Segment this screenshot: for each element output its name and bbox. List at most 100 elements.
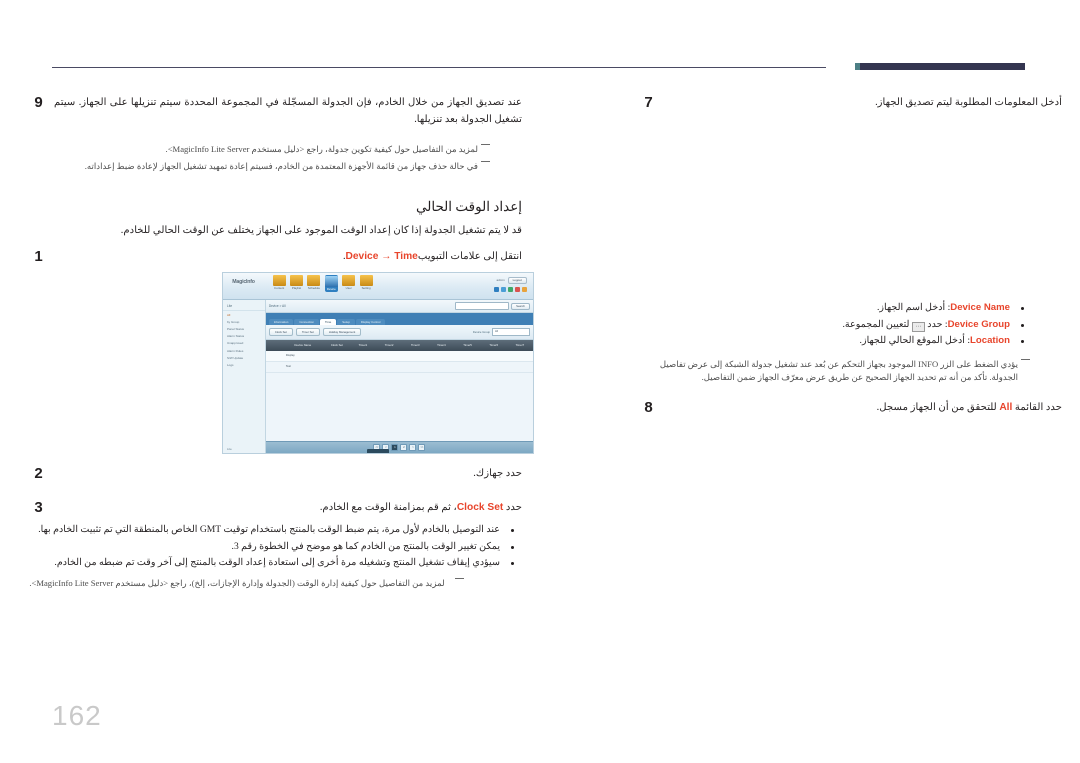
- table-header: Device Name Clock Set Timer1 Timer2 Time…: [265, 339, 533, 351]
- col-timer5: Timer5: [463, 343, 472, 348]
- bullet-device-group: Device Group: حدد ··· لتعيين المجموعة.: [642, 317, 1032, 334]
- app-nav[interactable]: Content Playlist Schedule Device User Se…: [272, 275, 373, 292]
- status-tray[interactable]: [493, 286, 527, 292]
- step-3-suffix: ، ثم قم بمزامنة الوقت مع الخادم.: [319, 502, 457, 513]
- app-logo: MagicInfo: [232, 279, 255, 286]
- account-area[interactable]: admin Logout: [496, 276, 527, 284]
- note-dash-icon: [1021, 358, 1030, 360]
- nav-item-setting[interactable]: Setting: [359, 275, 373, 290]
- app-topbar: MagicInfo Content Playlist Schedule Devi…: [223, 273, 533, 301]
- step-2-number: 2: [34, 465, 43, 482]
- breadcrumb-bar: Device > All Search: [265, 300, 533, 314]
- step-8: 8 حدد القائمة All للتحقق من أن الجهاز مس…: [642, 400, 1062, 417]
- table-row[interactable]: Display: [265, 350, 533, 362]
- note-wrap-2: في حالة حذف جهاز من قائمة الأجهزة المعتم…: [72, 160, 492, 174]
- note-dash-icon: [455, 577, 464, 579]
- sidebar-item-by-group[interactable]: by Group: [223, 318, 265, 325]
- device-group-filter[interactable]: Device Group All: [473, 327, 530, 336]
- user-icon: [342, 275, 356, 287]
- page-next-button[interactable]: >: [409, 444, 417, 452]
- sidebar-footer: Lite: [227, 446, 232, 451]
- sidebar-item-logs[interactable]: Logs: [223, 361, 265, 368]
- note-time-management-text: لمزيد من التفاصيل حول كيفية إدارة الوقت …: [29, 577, 445, 588]
- step-9-notes: لمزيد من التفاصيل حول كيفية تكوين جدولة،…: [72, 143, 492, 174]
- search-button[interactable]: Search: [511, 302, 530, 310]
- table-row[interactable]: Test: [265, 361, 533, 373]
- sidebar-item-all[interactable]: All: [223, 311, 265, 318]
- holiday-management-button[interactable]: Holiday Management: [322, 328, 362, 336]
- nav-label: Schedule: [307, 286, 320, 291]
- sidebar-item-unapproved[interactable]: Unapproved: [223, 340, 265, 347]
- content-canvas: [265, 372, 533, 441]
- step-1-number: 1: [34, 248, 43, 265]
- sidebar-item-alarm-status[interactable]: Alarm Status: [223, 333, 265, 340]
- filter-select[interactable]: All: [492, 327, 530, 336]
- nav-item-user[interactable]: User: [342, 275, 356, 291]
- search-input[interactable]: [455, 302, 510, 311]
- sidebar-item-alarm-rules[interactable]: Alarm Rules: [223, 347, 265, 354]
- clock-set-button[interactable]: Clock Set: [268, 328, 293, 336]
- timer-set-button[interactable]: Timer Set: [295, 328, 320, 336]
- device-name-desc: : أدخل اسم الجهاز.: [877, 302, 951, 313]
- note-server-guide-text: لمزيد من التفاصيل حول كيفية تكوين جدولة،…: [165, 144, 478, 154]
- tab-bar[interactable]: Information Connection Time Setup Displa…: [265, 313, 533, 325]
- device-group-label: Device Group: [947, 318, 1010, 330]
- step-9-number: 9: [34, 94, 43, 111]
- nav-item-schedule[interactable]: Schedule: [307, 275, 321, 291]
- nav-label: Content: [274, 286, 285, 291]
- nav-item-playlist[interactable]: Playlist: [290, 275, 303, 290]
- note-server-guide: لمزيد من التفاصيل حول كيفية تكوين جدولة،…: [72, 143, 490, 157]
- location-label: Location: [970, 335, 1010, 346]
- step-3: 3 حدد Clock Set، ثم قم بمزامنة الوقت مع …: [32, 500, 522, 517]
- sidebar-item-panel-status[interactable]: Panel Status: [223, 325, 265, 332]
- content-icon: [272, 275, 286, 287]
- step-3-menu: Clock Set: [456, 502, 504, 513]
- pagination-bar[interactable]: << < 1 2 > >>: [265, 440, 533, 453]
- step-8-number: 8: [644, 399, 653, 416]
- note-wrap-bottom: لمزيد من التفاصيل حول كيفية إدارة الوقت …: [22, 577, 522, 591]
- step-2-text: حدد جهازك.: [473, 468, 522, 479]
- page-last-button[interactable]: >>: [418, 444, 426, 452]
- sidebar-item-sw-update[interactable]: S/W Update: [223, 354, 265, 361]
- step-3-text: حدد Clock Set، ثم قم بمزامنة الوقت مع ال…: [54, 500, 522, 517]
- col-timer6: Timer6: [489, 343, 499, 348]
- nav-label: User: [345, 286, 352, 291]
- app-sidebar[interactable]: Lite All by Group Panel Status Alarm Sta…: [223, 300, 266, 453]
- manual-page: 7 أدخل المعلومات المطلوبة ليتم تصديق الج…: [0, 0, 1080, 763]
- tray-icon-4[interactable]: [514, 286, 520, 292]
- page-1-button[interactable]: 1: [391, 444, 399, 452]
- step-7-number: 7: [644, 94, 653, 111]
- note-device-delete: في حالة حذف جهاز من قائمة الأجهزة المعتم…: [72, 160, 490, 174]
- playlist-icon: [290, 275, 303, 287]
- tray-icon-5[interactable]: [521, 286, 527, 292]
- search-area[interactable]: Search: [455, 302, 530, 311]
- tray-icon-2[interactable]: [500, 286, 506, 292]
- device-name-label: Device Name: [950, 302, 1010, 313]
- tray-icon-1[interactable]: [493, 286, 499, 292]
- page-2-button[interactable]: 2: [400, 444, 408, 452]
- logout-button[interactable]: Logout: [507, 276, 527, 284]
- toolbar[interactable]: Clock Set Timer Set Holiday Management D…: [265, 324, 533, 340]
- heading-description: قد لا يتم تشغيل الجدولة إذا كان إعداد ال…: [120, 224, 522, 236]
- step-9: 9 عند تصديق الجهاز من خلال الخادم، فإن ا…: [32, 95, 522, 128]
- collapse-handle[interactable]: [367, 449, 389, 453]
- nav-item-content[interactable]: Content: [272, 275, 286, 291]
- step-1-text: انتقل إلى علامات التبويبDevice → Time.: [54, 249, 522, 266]
- step-7-text: أدخل المعلومات المطلوبة ليتم تصديق الجها…: [875, 97, 1062, 108]
- bullet-location: Location: أدخل الموقع الحالي للجهاز.: [642, 333, 1032, 350]
- ellipsis-button-icon: ···: [911, 321, 925, 332]
- screenshot-device-time[interactable]: MagicInfo Content Playlist Schedule Devi…: [222, 272, 534, 454]
- bullet-change-time: يمكن تغيير الوقت بالمنتج من الخادم كما ه…: [22, 539, 522, 556]
- step-9-text: عند تصديق الجهاز من خلال الخادم، فإن الج…: [54, 97, 522, 125]
- device-group-desc: : حدد: [927, 318, 948, 330]
- info-note-text: يؤدي الضغط على الزر INFO الموجود بجهاز ا…: [659, 358, 1018, 383]
- account-user: admin: [496, 278, 505, 283]
- col-timer2: Timer2: [384, 343, 394, 348]
- nav-label: Playlist: [291, 286, 302, 291]
- tray-icon-3[interactable]: [507, 286, 513, 292]
- cell-device-name: Test: [285, 365, 291, 369]
- section-heading-block: إعداد الوقت الحالي قد لا يتم تشغيل الجدو…: [32, 198, 522, 239]
- nav-item-device[interactable]: Device: [324, 275, 338, 292]
- step-7: 7 أدخل المعلومات المطلوبة ليتم تصديق الج…: [642, 95, 1062, 112]
- step-1-menu: Device → Time: [345, 251, 418, 262]
